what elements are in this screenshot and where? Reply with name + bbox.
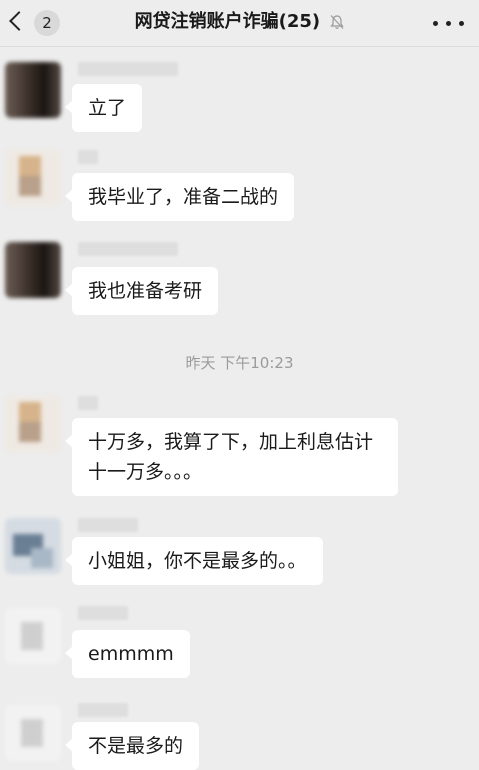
sender-name-blurred — [78, 62, 178, 76]
avatar[interactable] — [5, 62, 61, 118]
more-dots-icon — [459, 21, 464, 26]
avatar[interactable] — [5, 150, 61, 206]
sender-name-blurred — [78, 606, 128, 620]
chat-title-area: 网贷注销账户诈骗(25) — [0, 0, 479, 46]
sender-name-blurred — [78, 242, 178, 256]
avatar[interactable] — [5, 518, 61, 574]
sender-name-blurred — [78, 150, 98, 164]
chat-timestamp: 昨天 下午10:23 — [185, 354, 294, 372]
message-bubble[interactable]: 不是最多的 — [64, 722, 200, 770]
sender-name-blurred — [78, 396, 98, 410]
more-options-button[interactable] — [429, 10, 469, 36]
avatar[interactable] — [5, 396, 61, 452]
message-bubble[interactable]: 我也准备考研 — [64, 267, 219, 315]
message-bubble[interactable]: 立了 — [64, 84, 143, 132]
more-dots-icon — [446, 21, 451, 26]
message-bubble[interactable]: 小姐姐，你不是最多的。。 — [65, 537, 323, 585]
sender-name-blurred — [78, 518, 138, 532]
message-bubble[interactable]: 我毕业了，准备二战的 — [64, 173, 295, 221]
bell-muted-icon — [330, 15, 345, 29]
avatar[interactable] — [5, 242, 61, 298]
chat-title: 网贷注销账户诈骗(25) — [134, 11, 321, 32]
avatar[interactable] — [5, 608, 61, 664]
message-bubble[interactable]: emmmm — [65, 630, 190, 678]
chat-header: 2 网贷注销账户诈骗(25) — [0, 0, 479, 47]
avatar[interactable] — [5, 705, 61, 761]
message-bubble[interactable]: 十万多，我算了下，加上利息估计十一万多。。。 — [65, 418, 398, 496]
sender-name-blurred — [78, 703, 128, 717]
more-dots-icon — [433, 21, 438, 26]
